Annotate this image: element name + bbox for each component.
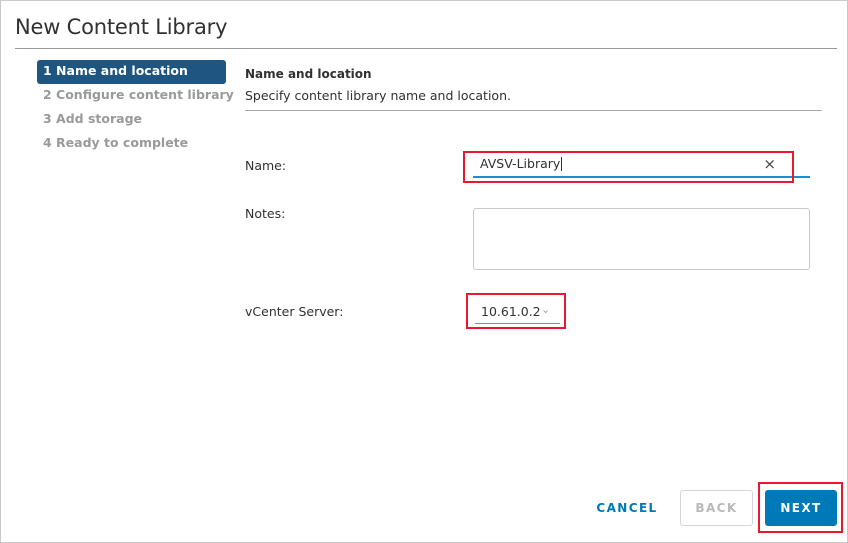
title-divider bbox=[15, 48, 837, 49]
section-description: Specify content library name and locatio… bbox=[245, 88, 511, 103]
section-divider bbox=[245, 110, 822, 111]
step-configure-content-library[interactable]: 2 Configure content library bbox=[37, 84, 234, 108]
notes-label: Notes: bbox=[245, 206, 286, 221]
step-add-storage[interactable]: 3 Add storage bbox=[37, 108, 226, 132]
new-content-library-dialog: New Content Library 1 Name and location … bbox=[0, 0, 848, 543]
wizard-steps: 1 Name and location 2 Configure content … bbox=[37, 60, 234, 156]
step-ready-to-complete[interactable]: 4 Ready to complete bbox=[37, 132, 226, 156]
next-highlight-box bbox=[758, 482, 843, 533]
cancel-button[interactable]: CANCEL bbox=[589, 490, 665, 526]
step-name-and-location[interactable]: 1 Name and location bbox=[37, 60, 226, 84]
dialog-title: New Content Library bbox=[15, 15, 228, 39]
section-title: Name and location bbox=[245, 67, 372, 81]
notes-textarea[interactable] bbox=[473, 208, 810, 270]
vcenter-highlight-box bbox=[466, 293, 566, 329]
vcenter-server-label: vCenter Server: bbox=[245, 304, 344, 319]
back-button[interactable]: BACK bbox=[680, 490, 753, 526]
name-highlight-box bbox=[463, 151, 794, 183]
name-label: Name: bbox=[245, 158, 287, 173]
